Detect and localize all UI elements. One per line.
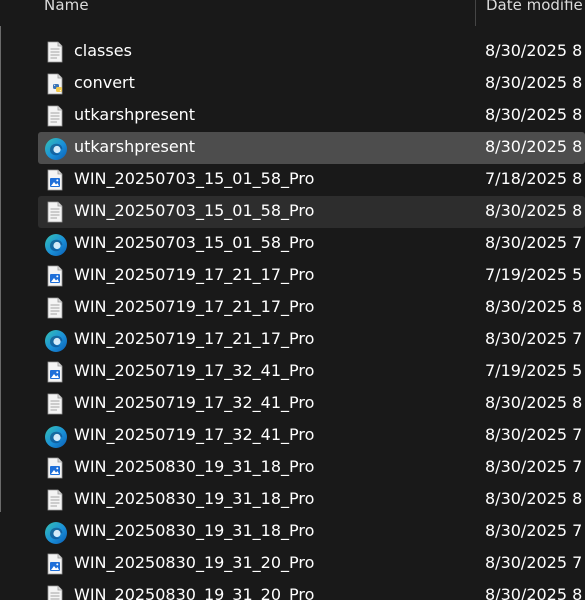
file-row[interactable]: WIN_20250719_17_32_41_Pro 8/30/2025 8 <box>0 388 585 420</box>
file-name: WIN_20250719_17_32_41_Pro <box>74 393 315 412</box>
text-file-icon <box>44 41 66 63</box>
file-explorer-window: Name Date modifie classes 8/30/2025 8 conv… <box>0 0 585 600</box>
file-row[interactable]: WIN_20250830_19_31_18_Pro 8/30/2025 7 <box>0 516 585 548</box>
file-date-modified: 8/30/2025 8 <box>485 201 583 220</box>
file-date-modified: 8/30/2025 7 <box>485 233 583 252</box>
edge-icon <box>44 233 67 256</box>
file-row[interactable]: utkarshpresent 8/30/2025 8 <box>0 100 585 132</box>
file-date-modified: 8/30/2025 7 <box>485 329 583 348</box>
file-name: WIN_20250719_17_32_41_Pro <box>74 361 315 380</box>
file-name: WIN_20250703_15_01_58_Pro <box>74 169 315 188</box>
file-date-modified: 8/30/2025 8 <box>485 489 583 508</box>
file-date-modified: 8/30/2025 7 <box>485 425 583 444</box>
file-date-modified: 7/18/2025 8 <box>485 169 583 188</box>
file-row[interactable]: WIN_20250703_15_01_58_Pro 7/18/2025 8 <box>0 164 585 196</box>
file-row[interactable]: WIN_20250830_19_31_20_Pro 8/30/2025 8 <box>0 580 585 600</box>
image-file-icon <box>44 265 66 287</box>
file-name: WIN_20250719_17_21_17_Pro <box>74 297 315 316</box>
file-name: WIN_20250830_19_31_18_Pro <box>74 489 315 508</box>
file-list: classes 8/30/2025 8 convert 8/30/2025 8 utka… <box>0 36 585 600</box>
file-name: classes <box>74 41 132 60</box>
text-file-icon <box>44 297 66 319</box>
file-date-modified: 8/30/2025 8 <box>485 393 583 412</box>
file-date-modified: 8/30/2025 8 <box>485 105 583 124</box>
edge-icon <box>44 521 67 544</box>
file-date-modified: 8/30/2025 7 <box>485 457 583 476</box>
edge-icon <box>44 329 67 352</box>
text-file-icon <box>44 393 66 415</box>
column-header-name[interactable]: Name <box>44 0 89 14</box>
file-row[interactable]: WIN_20250703_15_01_58_Pro 8/30/2025 8 <box>0 196 585 228</box>
file-row[interactable]: classes 8/30/2025 8 <box>0 36 585 68</box>
python-file-icon <box>44 73 66 95</box>
column-divider[interactable] <box>475 0 476 26</box>
file-row[interactable]: WIN_20250830_19_31_18_Pro 8/30/2025 8 <box>0 484 585 516</box>
file-date-modified: 7/19/2025 5 <box>485 361 583 380</box>
edge-icon <box>44 137 67 160</box>
file-date-modified: 7/19/2025 5 <box>485 265 583 284</box>
text-file-icon <box>44 585 66 600</box>
image-file-icon <box>44 457 66 479</box>
edge-icon <box>44 425 67 448</box>
file-row[interactable]: WIN_20250830_19_31_18_Pro 8/30/2025 7 <box>0 452 585 484</box>
column-header: Name Date modifie <box>0 0 585 26</box>
file-name: WIN_20250719_17_21_17_Pro <box>74 329 315 348</box>
file-row[interactable]: WIN_20250719_17_21_17_Pro 8/30/2025 8 <box>0 292 585 324</box>
text-file-icon <box>44 201 66 223</box>
file-name: WIN_20250830_19_31_18_Pro <box>74 457 315 476</box>
image-file-icon <box>44 361 66 383</box>
image-file-icon <box>44 169 66 191</box>
column-header-date-modified[interactable]: Date modifie <box>486 0 583 14</box>
file-row[interactable]: WIN_20250703_15_01_58_Pro 8/30/2025 7 <box>0 228 585 260</box>
file-name: WIN_20250703_15_01_58_Pro <box>74 201 315 220</box>
file-name: WIN_20250703_15_01_58_Pro <box>74 233 315 252</box>
file-name: WIN_20250830_19_31_18_Pro <box>74 521 315 540</box>
file-name: WIN_20250830_19_31_20_Pro <box>74 585 315 600</box>
file-name: WIN_20250830_19_31_20_Pro <box>74 553 315 572</box>
file-row[interactable]: WIN_20250830_19_31_20_Pro 8/30/2025 7 <box>0 548 585 580</box>
file-date-modified: 8/30/2025 8 <box>485 73 583 92</box>
file-name: WIN_20250719_17_32_41_Pro <box>74 425 315 444</box>
file-name: WIN_20250719_17_21_17_Pro <box>74 265 315 284</box>
file-date-modified: 8/30/2025 8 <box>485 137 583 156</box>
text-file-icon <box>44 105 66 127</box>
file-name: utkarshpresent <box>74 137 196 156</box>
file-date-modified: 8/30/2025 8 <box>485 41 583 60</box>
file-row[interactable]: WIN_20250719_17_32_41_Pro 8/30/2025 7 <box>0 420 585 452</box>
file-date-modified: 8/30/2025 8 <box>485 297 583 316</box>
file-row[interactable]: WIN_20250719_17_21_17_Pro 8/30/2025 7 <box>0 324 585 356</box>
text-file-icon <box>44 489 66 511</box>
image-file-icon <box>44 553 66 575</box>
file-date-modified: 8/30/2025 7 <box>485 521 583 540</box>
file-name: utkarshpresent <box>74 105 196 124</box>
file-date-modified: 8/30/2025 7 <box>485 553 583 572</box>
file-row[interactable]: WIN_20250719_17_32_41_Pro 7/19/2025 5 <box>0 356 585 388</box>
file-date-modified: 8/30/2025 8 <box>485 585 583 600</box>
file-row[interactable]: utkarshpresent 8/30/2025 8 <box>0 132 585 164</box>
file-row[interactable]: WIN_20250719_17_21_17_Pro 7/19/2025 5 <box>0 260 585 292</box>
file-name: convert <box>74 73 135 92</box>
file-row[interactable]: convert 8/30/2025 8 <box>0 68 585 100</box>
